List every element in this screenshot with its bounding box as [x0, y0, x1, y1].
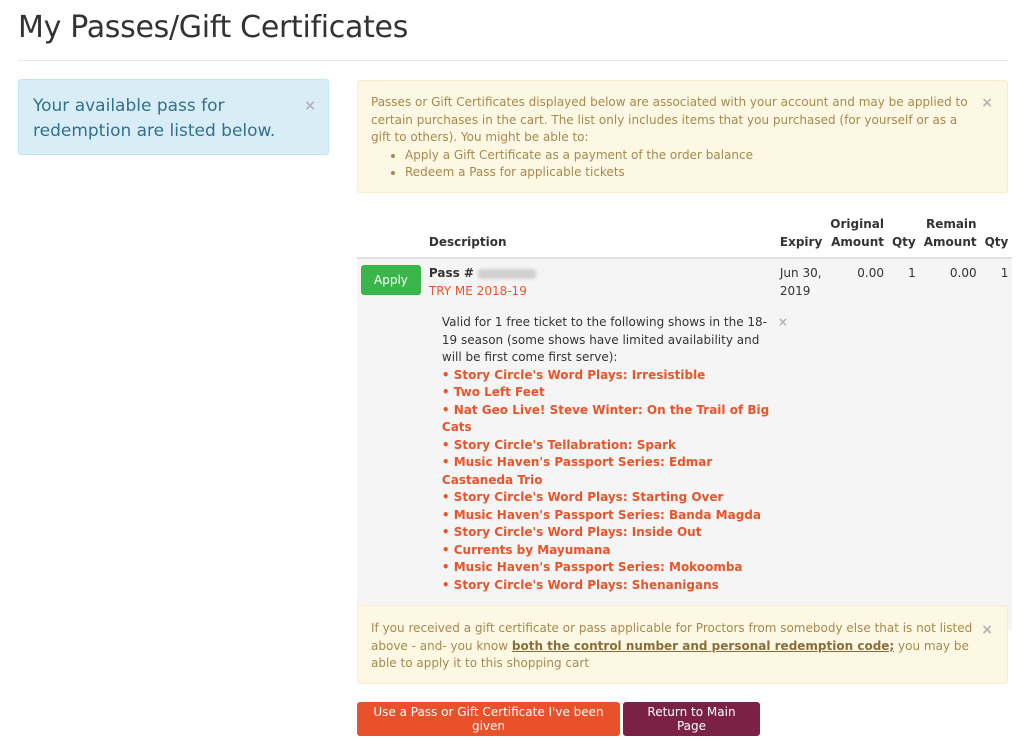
redemption-code-link[interactable]: both the control number and personal red… — [512, 639, 894, 653]
qty-cell: 1 — [887, 258, 920, 630]
remain-qty-header: Qty — [980, 213, 1013, 259]
apply-button[interactable]: Apply — [361, 265, 421, 295]
original-amount-header: Original Amount — [826, 213, 888, 259]
pass-description: × Valid for 1 free ticket to the followi… — [441, 314, 788, 595]
show-item: • Story Circle's Tellabration: Spark — [441, 437, 676, 452]
info-alert: Your available pass for redemption are l… — [18, 79, 329, 155]
remain-qty-cell: 1 — [980, 258, 1013, 630]
original-amount-cell: 0.00 — [826, 258, 888, 630]
show-item: • Story Circle's Word Plays: Inside Out — [441, 525, 702, 539]
pass-label: Pass # — [428, 266, 474, 280]
show-item: • Music Haven's Passport Series: Edmar C… — [441, 455, 713, 487]
pass-name: TRY ME 2018-19 — [428, 283, 527, 298]
show-item: • Music Haven's Passport Series: Mokoomb… — [441, 560, 743, 574]
description-cell: Pass # TRY ME 2018-19 × Valid for 1 free… — [424, 258, 788, 630]
show-item: • Music Haven's Passport Series: Banda M… — [441, 507, 761, 522]
title-divider — [18, 60, 1008, 61]
remain-amount-cell: 0.00 — [919, 258, 981, 630]
remain-amount-header: Remain Amount — [919, 213, 981, 259]
close-icon[interactable]: × — [981, 622, 993, 640]
description-text: Valid for 1 free ticket to the following… — [441, 315, 767, 364]
table-row: Apply Pass # TRY ME 2018-19 × Valid for … — [357, 258, 1013, 630]
show-item: • Nat Geo Live! Steve Winter: On the Tra… — [441, 402, 770, 435]
expiry-header: Expiry — [775, 213, 827, 259]
warning-alert: Passes or Gift Certificates displayed be… — [357, 80, 1008, 193]
show-item: • Story Circle's Word Plays: Starting Ov… — [441, 490, 724, 504]
warning-list-item: Apply a Gift Certificate as a payment of… — [405, 147, 973, 165]
info-alert-text: Your available pass for redemption are l… — [33, 96, 276, 141]
warning-list-item: Redeem a Pass for applicable tickets — [405, 164, 973, 182]
warning-alert-intro: Passes or Gift Certificates displayed be… — [371, 95, 968, 144]
show-item: • Two Left Feet — [441, 385, 545, 399]
warning-alert-list: Apply a Gift Certificate as a payment of… — [371, 147, 973, 182]
redacted-pass-number — [477, 268, 536, 279]
return-main-button[interactable]: Return to Main Page — [623, 702, 760, 736]
use-pass-button[interactable]: Use a Pass or Gift Certificate I've been… — [357, 702, 620, 736]
passes-table: Description Expiry Original Amount Qty R… — [357, 213, 1013, 630]
table-header-row: Description Expiry Original Amount Qty R… — [357, 213, 1013, 259]
pass-number: Pass # — [429, 265, 772, 283]
close-icon[interactable]: × — [778, 314, 788, 332]
show-list: • Story Circle's Word Plays: Irresistibl… — [442, 367, 772, 595]
show-item: • Currents by Mayumana — [441, 542, 611, 557]
close-icon[interactable]: × — [304, 94, 316, 119]
apply-column-header — [357, 213, 425, 259]
show-item: • Story Circle's Word Plays: Shenanigans — [441, 577, 719, 592]
description-header: Description — [424, 213, 776, 259]
apply-cell: Apply — [357, 258, 425, 630]
close-icon[interactable]: × — [981, 95, 993, 113]
show-item: • Story Circle's Word Plays: Irresistibl… — [441, 367, 706, 382]
qty-header: Qty — [887, 213, 920, 259]
gift-certificate-info-alert: If you received a gift certificate or pa… — [357, 605, 1008, 684]
page-title: My Passes/Gift Certificates — [18, 10, 409, 45]
